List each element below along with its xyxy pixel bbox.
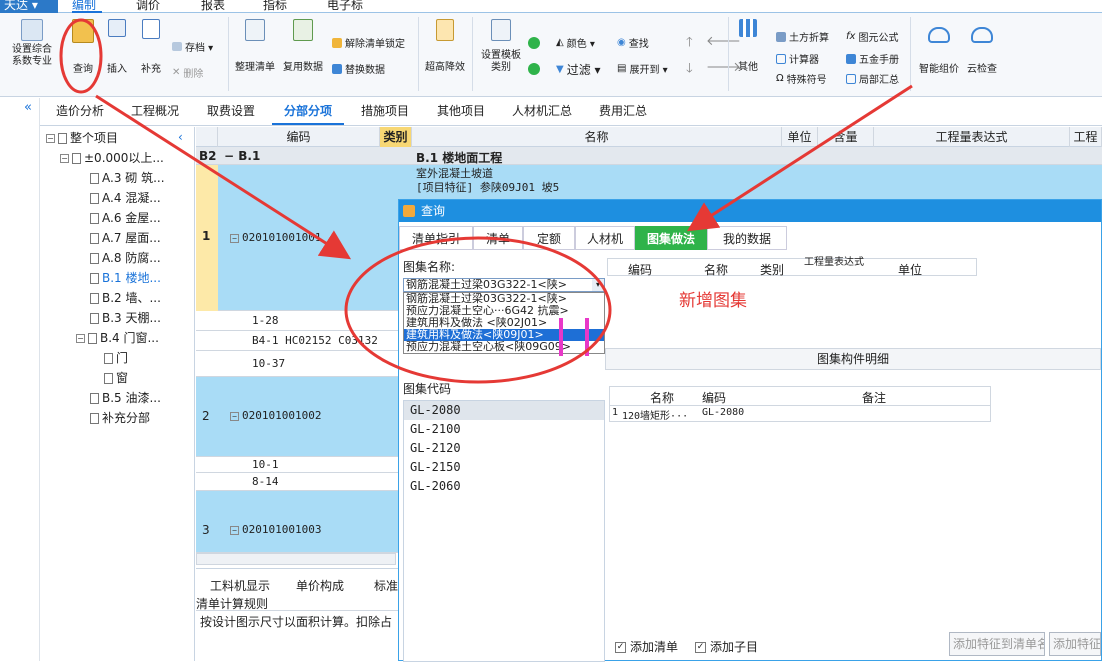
highlight-ellipse xyxy=(344,236,612,384)
highlight-ellipse xyxy=(59,18,103,94)
annotation-overlay xyxy=(59,18,913,384)
arrow-annotation xyxy=(686,84,913,232)
arrow-annotation xyxy=(95,94,352,260)
